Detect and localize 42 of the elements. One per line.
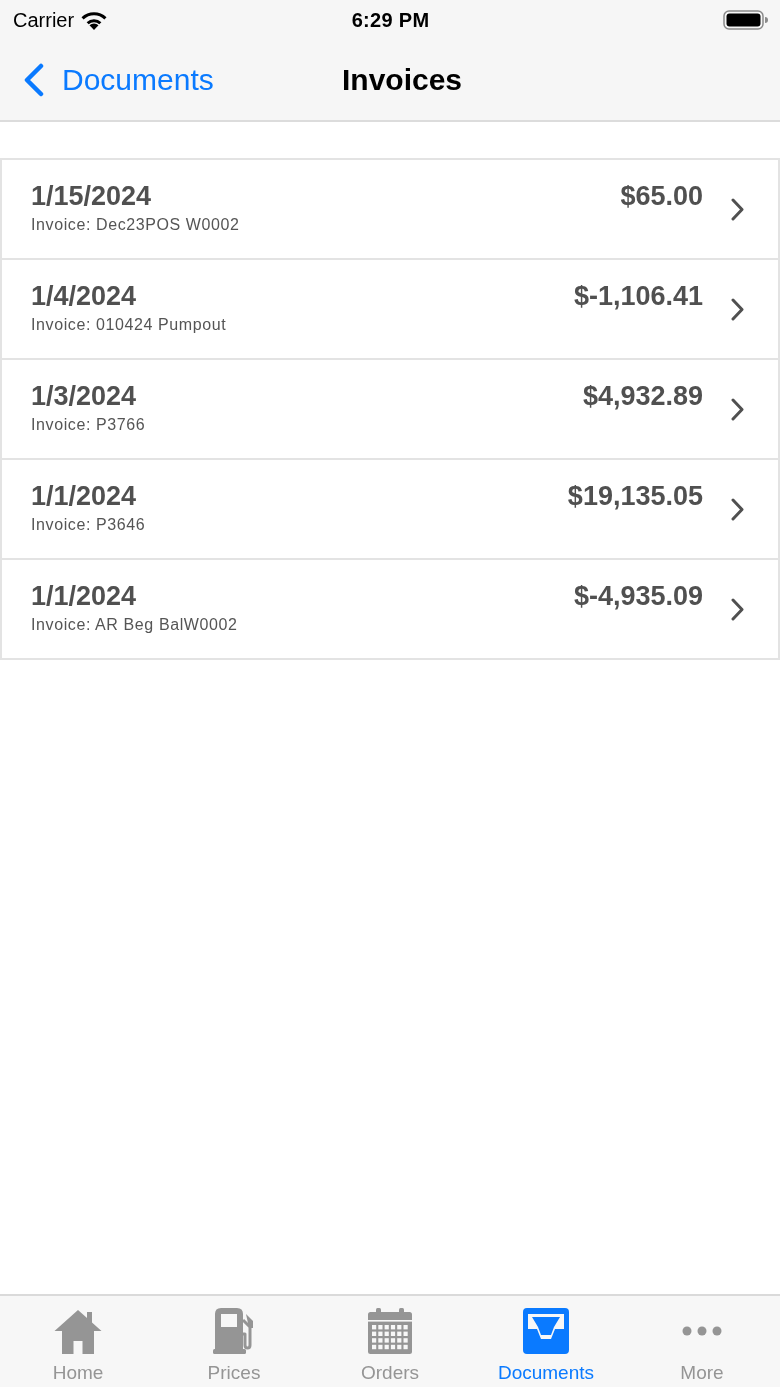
invoice-description: Invoice: Dec23POS W0002	[31, 215, 241, 234]
ellipsis-icon	[682, 1326, 722, 1336]
home-icon	[54, 1308, 102, 1354]
invoice-description: Invoice: P3646	[31, 515, 147, 534]
chevron-icon	[731, 197, 744, 221]
invoice-description: Invoice: P3766	[31, 415, 147, 434]
invoice-date: 1/4/2024	[31, 280, 137, 312]
status-time: 6:29 PM	[351, 8, 430, 32]
chevron-icon	[731, 297, 744, 321]
invoice-amount: $-1,106.41	[573, 280, 703, 312]
invoice-date: 1/1/2024	[31, 580, 137, 612]
invoice-date: 1/15/2024	[31, 180, 152, 212]
back-button[interactable]: Documents	[24, 63, 214, 97]
chevron-icon	[731, 497, 744, 521]
invoice-amount: $65.00	[620, 180, 703, 212]
calendar-icon	[368, 1308, 412, 1354]
back-chevron-icon	[24, 63, 44, 97]
wifi-icon	[81, 10, 108, 30]
invoice-row[interactable]: 1/4/2024 $-1,106.41 Invoice: 010424 Pumpout	[0, 260, 780, 360]
invoice-date: 1/3/2024	[31, 380, 137, 412]
invoice-amount: $-4,935.09	[573, 580, 703, 612]
invoice-amount: $4,932.89	[582, 380, 703, 412]
chevron-icon	[731, 397, 744, 421]
tab-button[interactable]: Documents	[468, 1296, 624, 1387]
invoice-description: Invoice: 010424 Pumpout	[31, 315, 228, 334]
invoice-amount: $19,135.05	[567, 480, 703, 512]
tab-button[interactable]: More	[624, 1296, 780, 1387]
invoice-row[interactable]: 1/1/2024 $-4,935.09 Invoice: AR Beg BalW0002	[0, 560, 780, 660]
inbox-tray-icon	[523, 1308, 569, 1354]
tab-button[interactable]: Orders	[312, 1296, 468, 1387]
invoice-row[interactable]: 1/15/2024 $65.00 Invoice: Dec23POS W0002	[0, 160, 780, 260]
carrier-name: Carrier	[13, 8, 75, 32]
fuel-pump-icon	[213, 1308, 255, 1354]
invoice-date: 1/1/2024	[31, 480, 137, 512]
tab-button[interactable]: Home	[0, 1296, 156, 1387]
invoice-row[interactable]: 1/1/2024 $19,135.05 Invoice: P3646	[0, 460, 780, 560]
invoice-description: Invoice: AR Beg BalW0002	[31, 615, 239, 634]
screen-title: Invoices	[341, 63, 463, 97]
battery-icon	[723, 10, 768, 30]
chevron-icon	[731, 597, 744, 621]
invoice-row[interactable]: 1/3/2024 $4,932.89 Invoice: P3766	[0, 360, 780, 460]
tab-button[interactable]: Prices	[156, 1296, 312, 1387]
